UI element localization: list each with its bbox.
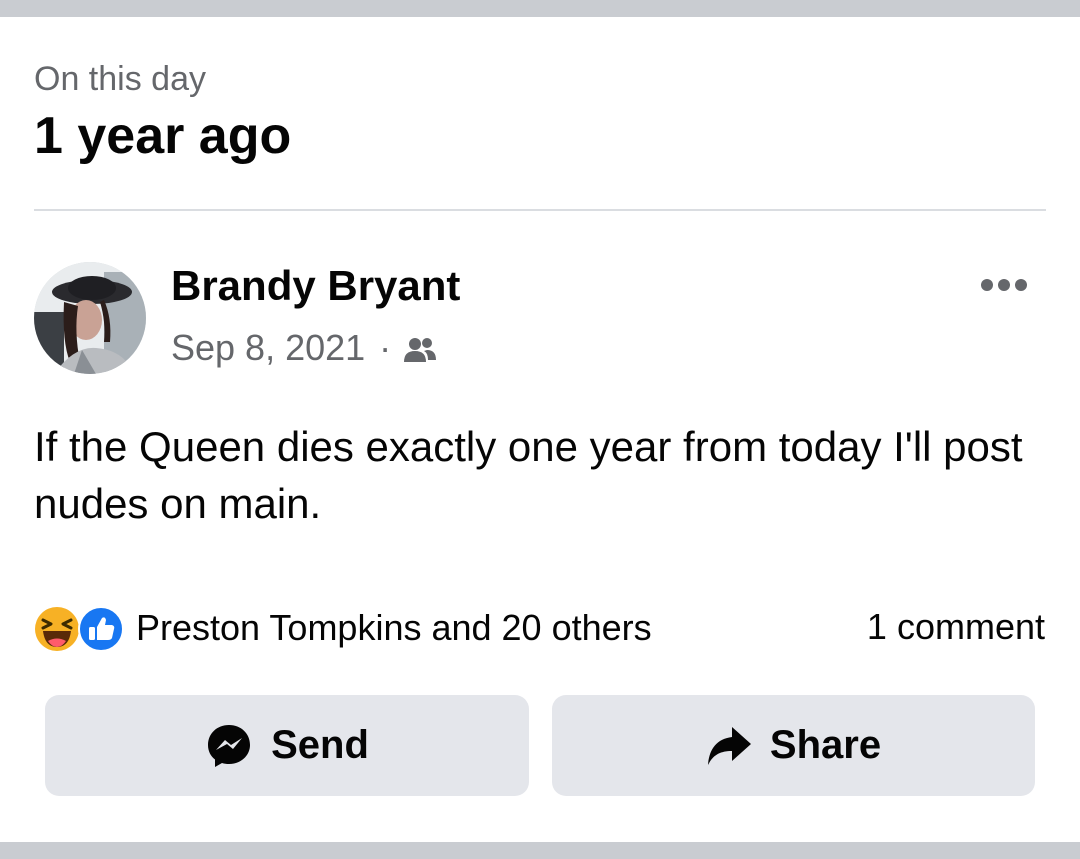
haha-reaction-icon [35, 607, 79, 651]
share-arrow-icon [707, 726, 751, 765]
post-date[interactable]: Sep 8, 2021 [171, 327, 365, 369]
comments-count[interactable]: 1 comment [867, 606, 1045, 648]
more-options-button[interactable] [976, 270, 1032, 300]
share-label: Share [769, 723, 882, 767]
avatar[interactable] [34, 262, 146, 374]
reactors-text: Preston Tompkins and 20 others [136, 607, 652, 648]
author-name[interactable]: Brandy Bryant [171, 262, 460, 310]
reactions-summary[interactable]: Preston Tompkins and 20 others [34, 604, 652, 652]
send-label: Send [271, 723, 369, 767]
more-options-icon [981, 279, 1027, 291]
memory-title: 1 year ago [34, 107, 292, 165]
friends-icon[interactable] [403, 333, 437, 363]
like-reaction-icon [78, 606, 124, 652]
messenger-icon [208, 724, 251, 767]
post-meta: Sep 8, 2021 · [171, 326, 437, 370]
meta-separator: · [379, 327, 392, 368]
reaction-icons [34, 604, 128, 652]
memory-subtitle: On this day [34, 60, 206, 98]
bottom-separator-bar [0, 842, 1080, 859]
top-separator-bar [0, 0, 1080, 17]
profile-photo [34, 262, 146, 374]
divider [34, 209, 1046, 211]
send-button[interactable]: Send [45, 695, 529, 796]
share-button[interactable]: Share [552, 695, 1035, 796]
post-text: If the Queen dies exactly one year from … [34, 423, 1023, 527]
